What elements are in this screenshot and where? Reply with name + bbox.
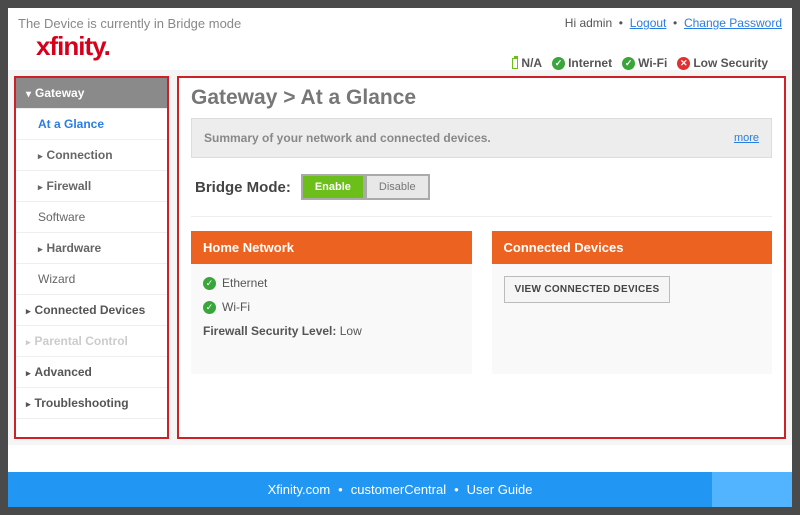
status-row: N/A ✓ Internet ✓ Wi-Fi ✕ Low Security	[512, 50, 780, 70]
bridge-toggle: Enable Disable	[301, 174, 430, 200]
sidebar-item-firewall[interactable]: Firewall	[16, 171, 167, 202]
summary-text: Summary of your network and connected de…	[204, 131, 491, 145]
footer-link-userguide[interactable]: User Guide	[467, 482, 533, 497]
sidebar-item-connected-devices[interactable]: Connected Devices	[16, 295, 167, 326]
sidebar-item-connection[interactable]: Connection	[16, 140, 167, 171]
sidebar-item-parental-control[interactable]: Parental Control	[16, 326, 167, 357]
view-connected-devices-button[interactable]: VIEW CONNECTED DEVICES	[504, 276, 671, 303]
footer-link-customercentral[interactable]: customerCentral	[351, 482, 446, 497]
check-icon: ✓	[622, 57, 635, 70]
page-title: Gateway > At a Glance	[191, 86, 772, 110]
status-security: ✕ Low Security	[677, 56, 768, 70]
bridge-mode-message: The Device is currently in Bridge mode	[18, 16, 241, 31]
bridge-mode-row: Bridge Mode: Enable Disable	[191, 158, 772, 217]
home-network-panel: Home Network ✓ Ethernet ✓ Wi-Fi	[191, 231, 472, 374]
check-icon: ✓	[552, 57, 565, 70]
status-internet: ✓ Internet	[552, 56, 612, 70]
sidebar-item-at-a-glance[interactable]: At a Glance	[16, 109, 167, 140]
change-password-link[interactable]: Change Password	[684, 16, 782, 30]
enable-button[interactable]: Enable	[301, 174, 365, 200]
firewall-level: Firewall Security Level: Low	[203, 324, 460, 338]
disable-button[interactable]: Disable	[365, 174, 430, 200]
wifi-status: ✓ Wi-Fi	[203, 300, 460, 314]
footer-link-xfinity[interactable]: Xfinity.com	[268, 482, 331, 497]
footer-action-button[interactable]	[712, 472, 792, 507]
connected-devices-panel: Connected Devices VIEW CONNECTED DEVICES	[492, 231, 773, 374]
logout-link[interactable]: Logout	[630, 16, 667, 30]
user-greeting: Hi admin	[565, 16, 612, 30]
home-network-header: Home Network	[191, 231, 472, 264]
sidebar-item-troubleshooting[interactable]: Troubleshooting	[16, 388, 167, 419]
ethernet-status: ✓ Ethernet	[203, 276, 460, 290]
sidebar-item-wizard[interactable]: Wizard	[16, 264, 167, 295]
sidebar-item-gateway[interactable]: Gateway	[16, 78, 167, 109]
battery-icon	[512, 58, 518, 69]
x-icon: ✕	[677, 57, 690, 70]
status-na: N/A	[512, 56, 542, 70]
sidebar-item-advanced[interactable]: Advanced	[16, 357, 167, 388]
connected-devices-header: Connected Devices	[492, 231, 773, 264]
status-wifi: ✓ Wi-Fi	[622, 56, 667, 70]
footer: Xfinity.com • customerCentral • User Gui…	[8, 472, 792, 507]
sidebar-item-hardware[interactable]: Hardware	[16, 233, 167, 264]
more-link[interactable]: more	[734, 132, 759, 144]
main-content: Gateway > At a Glance Summary of your ne…	[177, 76, 786, 439]
bridge-mode-label: Bridge Mode:	[195, 179, 291, 196]
summary-box: Summary of your network and connected de…	[191, 118, 772, 158]
user-links: Hi admin • Logout • Change Password	[565, 16, 782, 31]
check-icon: ✓	[203, 277, 216, 290]
xfinity-logo: xfinity.	[36, 31, 110, 61]
sidebar: Gateway At a Glance Connection Firewall …	[14, 76, 169, 439]
check-icon: ✓	[203, 301, 216, 314]
sidebar-item-software[interactable]: Software	[16, 202, 167, 233]
